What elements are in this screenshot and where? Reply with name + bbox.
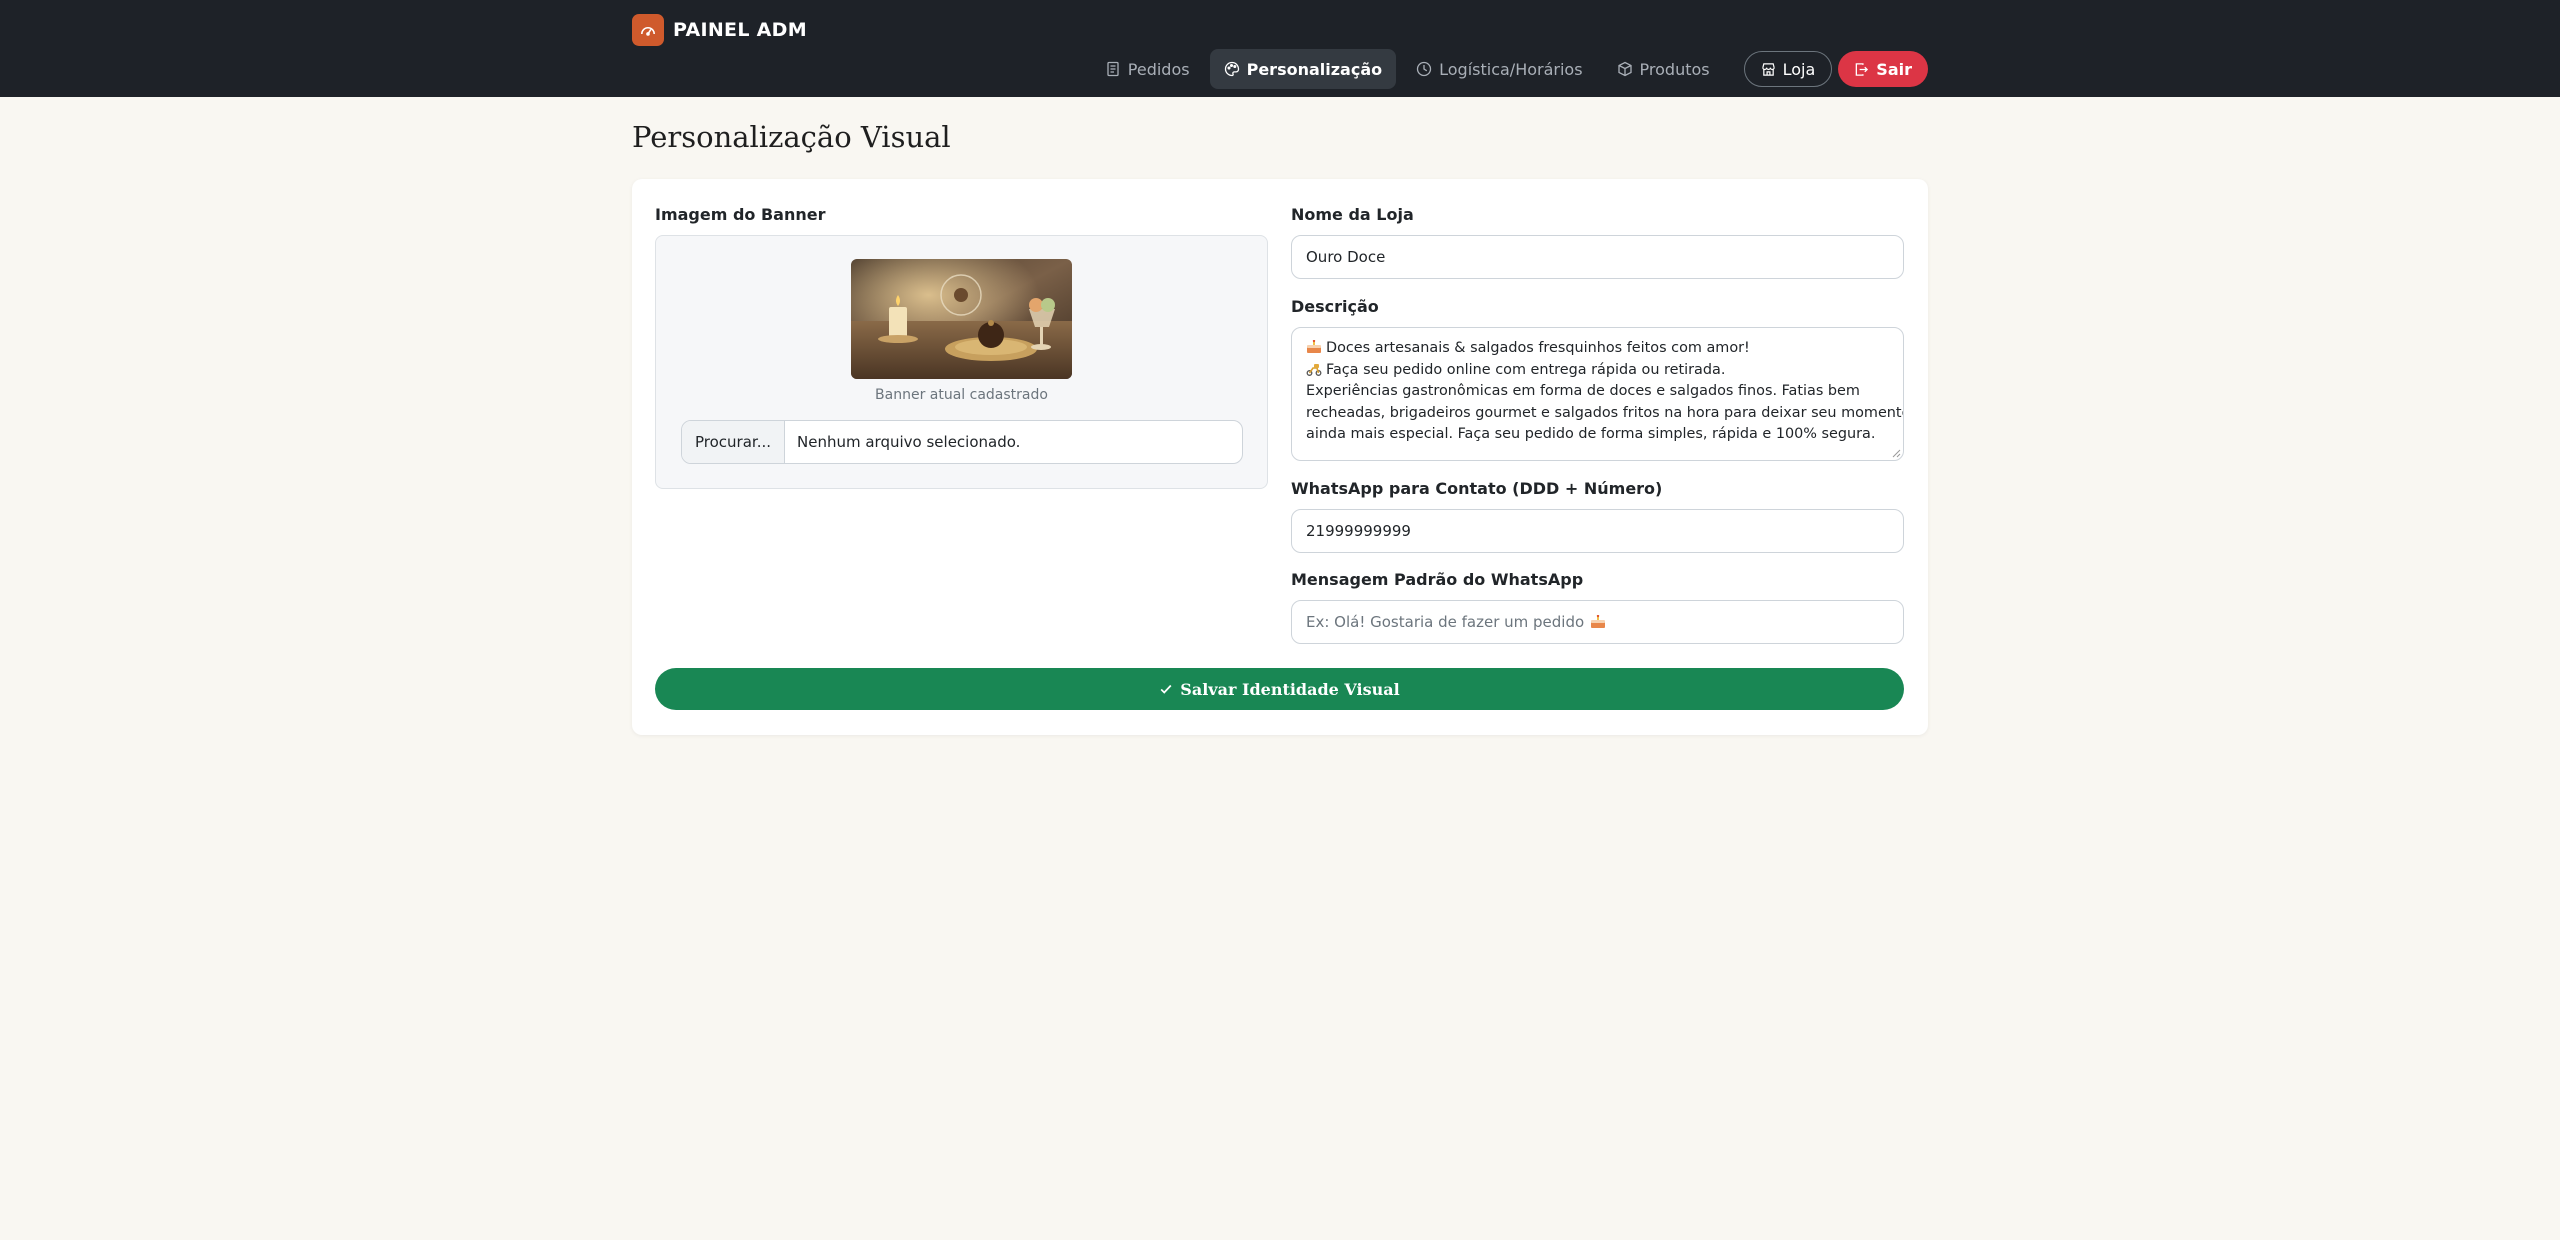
description-line: Doces artesanais & salgados fresquinhos … [1306, 338, 1889, 360]
dashboard-icon [632, 14, 664, 46]
cake-emoji-icon [1591, 615, 1606, 628]
check-icon [1160, 684, 1172, 694]
palette-icon [1224, 61, 1239, 77]
whatsapp-label: WhatsApp para Contato (DDD + Número) [1291, 479, 1663, 498]
message-input[interactable]: Ex: Olá! Gostaria de fazer um pedido [1291, 600, 1904, 644]
receipt-icon [1107, 61, 1119, 77]
scooter-emoji-icon [1306, 363, 1322, 376]
description-textarea[interactable]: Doces artesanais & salgados fresquinhos … [1291, 327, 1904, 461]
nav-item-pedidos[interactable]: Pedidos [1091, 49, 1204, 89]
nav-item-label: Personalização [1246, 59, 1383, 79]
navbar: PAINEL ADM Pedidos Personalização Logíst… [0, 0, 2560, 97]
save-button[interactable]: Salvar Identidade Visual [655, 668, 1904, 710]
banner-label: Imagem do Banner [655, 205, 826, 224]
store-button-label: Loja [1782, 59, 1816, 79]
description-line: Experiências gastronômicas em forma de d… [1306, 383, 1860, 400]
logout-button[interactable]: Sair [1838, 51, 1928, 87]
message-label: Mensagem Padrão do WhatsApp [1291, 570, 1584, 589]
resize-handle-icon[interactable] [1891, 448, 1901, 458]
store-button[interactable]: Loja [1743, 51, 1833, 87]
main-nav: Pedidos Personalização Logística/Horário… [1091, 49, 1928, 89]
save-button-label: Salvar Identidade Visual [1180, 679, 1400, 699]
brand-title: PAINEL ADM [673, 19, 807, 41]
nav-item-personalizacao[interactable]: Personalização [1209, 49, 1397, 89]
settings-card: Imagem do Banner Banner atual cadastrado… [632, 179, 1928, 735]
browse-button[interactable]: Procurar... [682, 421, 786, 463]
box-icon [1617, 61, 1632, 77]
cake-emoji-icon [1307, 340, 1321, 353]
shop-icon [1761, 62, 1775, 76]
description-line: recheadas, brigadeiros gourmet e salgado… [1306, 404, 1904, 421]
banner-file-input[interactable]: Procurar... Nenhum arquivo selecionado. [681, 420, 1243, 464]
nav-item-label: Logística/Horários [1439, 59, 1583, 79]
file-status: Nenhum arquivo selecionado. [797, 433, 1021, 451]
page-title: Personalização Visual [632, 120, 951, 154]
store-name-label: Nome da Loja [1291, 205, 1414, 224]
whatsapp-input[interactable]: 21999999999 [1291, 509, 1904, 553]
description-label: Descrição [1291, 297, 1379, 316]
banner-caption: Banner atual cadastrado [875, 387, 1048, 403]
brand[interactable]: PAINEL ADM [632, 14, 807, 46]
store-name-input[interactable]: Ouro Doce [1291, 235, 1904, 279]
nav-item-label: Produtos [1639, 59, 1710, 79]
message-placeholder: Ex: Olá! Gostaria de fazer um pedido [1306, 613, 1585, 631]
description-line: ainda mais especial. Faça seu pedido de … [1306, 426, 1876, 443]
banner-upload-panel: Banner atual cadastrado Procurar... Nenh… [655, 235, 1268, 489]
logout-icon [1855, 62, 1869, 76]
nav-item-label: Pedidos [1127, 59, 1190, 79]
nav-item-produtos[interactable]: Produtos [1603, 49, 1724, 89]
nav-item-logistica[interactable]: Logística/Horários [1402, 49, 1596, 89]
banner-image [851, 259, 1072, 379]
logout-button-label: Sair [1876, 59, 1912, 79]
description-line: Faça seu pedido online com entrega rápid… [1306, 360, 1889, 382]
clock-icon [1416, 61, 1432, 77]
